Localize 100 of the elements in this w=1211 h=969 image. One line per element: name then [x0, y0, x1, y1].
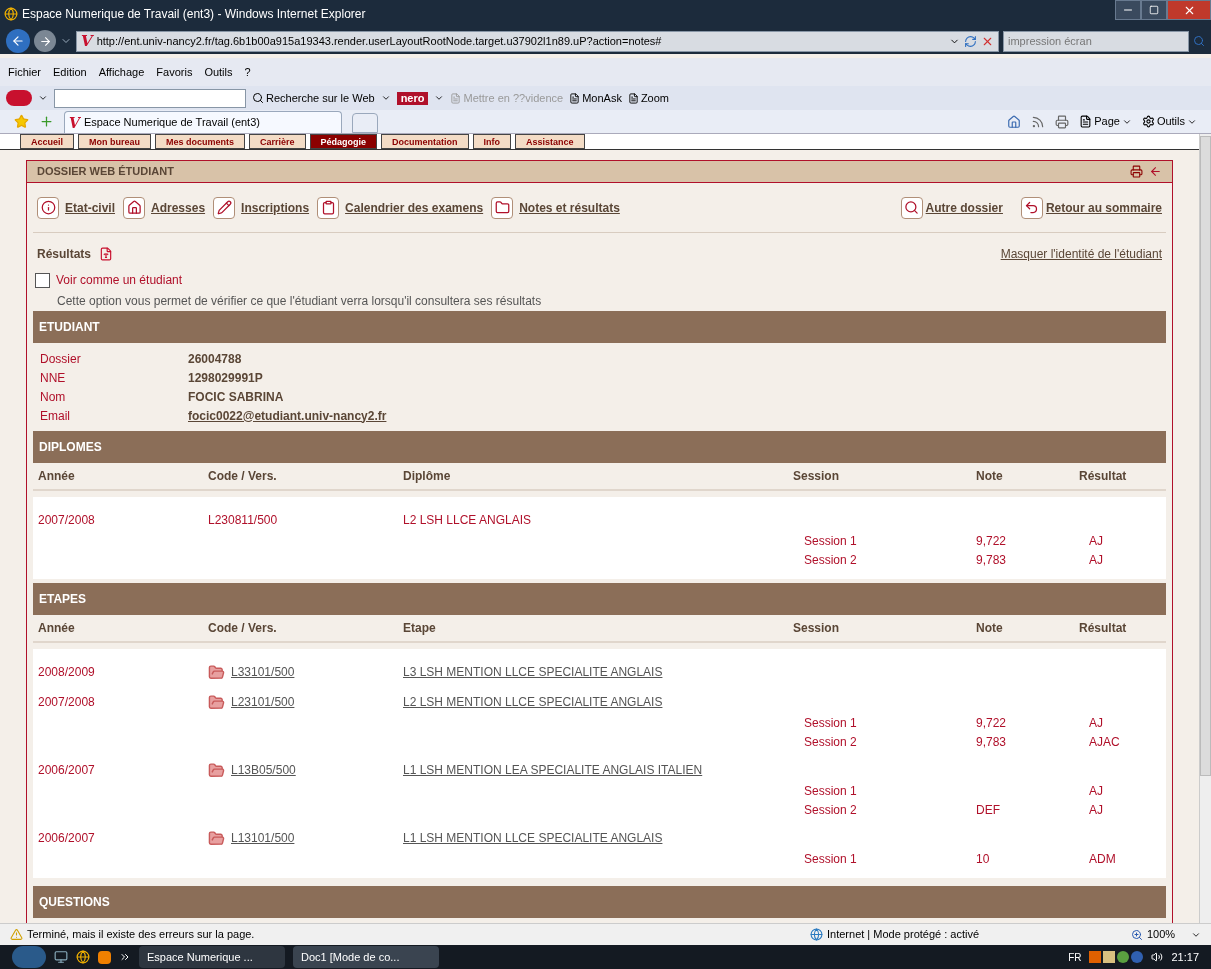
feed-icon[interactable]: [1031, 114, 1046, 129]
stage-link[interactable]: L1 LSH MENTION LLCE SPECIALITE ANGLAIS: [403, 829, 793, 847]
site-nav-tab[interactable]: Pédagogie: [309, 134, 378, 149]
code-link[interactable]: L13B05/500: [231, 761, 296, 779]
web-search-button[interactable]: Recherche sur le Web: [252, 89, 375, 107]
note-cell-text: 10: [976, 850, 991, 868]
print-icon[interactable]: [1130, 165, 1143, 178]
menu-item[interactable]: Edition: [53, 63, 87, 81]
code-link[interactable]: L13101/500: [231, 829, 295, 847]
code-link[interactable]: L33101/500: [231, 663, 295, 681]
volume-icon[interactable]: [1151, 951, 1164, 963]
url-text: http://ent.univ-nancy2.fr/tag.6b1b00a915a19343.render.userLayoutRootNode.target.u37902l1n89.uP?action=notes#: [96, 33, 663, 49]
menu-item[interactable]: Favoris: [156, 63, 193, 81]
stage-link[interactable]: L1 LSH MENTION LEA SPECIALITE ANGLAIS ITALIEN: [403, 761, 793, 779]
media-player-icon[interactable]: [98, 950, 111, 964]
browser-tab[interactable]: V Espace Numerique de Travail (ent3): [64, 111, 342, 133]
site-logo-icon: V: [69, 115, 80, 130]
code-cell-text: L230811/500: [208, 512, 279, 529]
tray-icons-drawing: [1089, 951, 1144, 963]
forward-button[interactable]: [34, 30, 56, 52]
nav-link[interactable]: Adresses: [151, 198, 206, 217]
column-header: Session: [793, 468, 841, 485]
address-field[interactable]: V http://ent.univ-nancy2.fr/tag.6b1b00a915a19343.render.userLayoutRootNode.target.u37902l1n89.uP?action=notes#: [76, 30, 999, 52]
pdf-icon[interactable]: [99, 247, 114, 261]
site-nav-tab[interactable]: Accueil: [20, 134, 74, 149]
page-menu-button[interactable]: Page: [1079, 113, 1132, 130]
nav-link[interactable]: Inscriptions: [241, 198, 310, 217]
nav-link[interactable]: Etat-civil: [65, 198, 115, 217]
site-nav-tab[interactable]: Assistance: [515, 134, 585, 149]
tools-menu-button[interactable]: Outils: [1141, 113, 1197, 130]
scrollbar[interactable]: [1199, 134, 1211, 923]
section-header: QUESTIONS: [33, 886, 1166, 918]
checkbox-label[interactable]: Voir comme un étudiant: [56, 271, 183, 289]
result-cell-text: AJ: [1088, 532, 1104, 550]
search-field[interactable]: impression écran: [1003, 30, 1189, 52]
note-cell-text: DEF: [976, 801, 1001, 819]
site-nav-tab[interactable]: Carrière: [249, 134, 306, 149]
column-header: Code / Vers.: [208, 468, 278, 485]
zoom-level[interactable]: 100%: [1147, 926, 1187, 943]
year-cell-text: 2008/2009: [38, 664, 96, 681]
column-header: Année: [38, 468, 76, 485]
toolbar-button[interactable]: Zoom: [627, 89, 669, 107]
clipboard-icon: [317, 196, 340, 219]
home-icon[interactable]: [1007, 114, 1022, 129]
zoom-icon[interactable]: [1131, 928, 1143, 941]
menu-item[interactable]: Outils: [204, 63, 233, 81]
start-button[interactable]: [12, 946, 46, 968]
result-cell-text: AJAC: [1088, 733, 1121, 751]
folder-icon: [208, 663, 225, 681]
site-nav-tab[interactable]: Info: [472, 134, 512, 149]
clock: 21:17: [1171, 949, 1199, 965]
nav-link[interactable]: Autre dossier: [925, 198, 1003, 217]
brand-logo: nero: [396, 91, 429, 105]
maximize-icon: [1149, 5, 1159, 15]
code-link[interactable]: L23101/500: [231, 693, 295, 711]
desktop-icon[interactable]: [54, 950, 68, 964]
section-header: DIPLOMES: [33, 431, 1166, 463]
result-cell-text: AJ: [1088, 782, 1104, 800]
hide-identity-link[interactable]: Masquer l'identité de l'étudiant: [1000, 245, 1162, 263]
search-icon[interactable]: [1193, 35, 1205, 47]
session-cell-text: Session 1: [803, 850, 858, 868]
dropdown-icon[interactable]: [38, 93, 48, 103]
column-header: Note: [976, 620, 1004, 637]
menu-item[interactable]: Fichier: [8, 63, 41, 81]
back-icon[interactable]: [1149, 165, 1162, 178]
add-favorite-icon[interactable]: [39, 114, 54, 129]
site-nav-tab[interactable]: Mon bureau: [78, 134, 151, 149]
checkbox[interactable]: [35, 272, 50, 288]
minimize-button[interactable]: [1115, 0, 1141, 20]
nav-link[interactable]: Retour au sommaire: [1045, 198, 1162, 217]
language-indicator[interactable]: FR: [1068, 949, 1082, 965]
toolbar-search-field[interactable]: [54, 88, 246, 108]
browser-icon[interactable]: [76, 950, 90, 964]
nav-link[interactable]: Calendrier des examens: [345, 198, 484, 217]
note-cell-text: 9,722: [976, 532, 1008, 550]
stage-link[interactable]: L3 LSH MENTION LLCE SPECIALITE ANGLAIS: [403, 663, 793, 681]
site-nav-tab[interactable]: Documentation: [381, 134, 469, 149]
refresh-icon[interactable]: [964, 34, 977, 48]
dropdown-icon[interactable]: [380, 93, 391, 103]
nav-link[interactable]: Notes et résultats: [519, 198, 620, 217]
stage-link[interactable]: L2 LSH MENTION LLCE SPECIALITE ANGLAIS: [403, 693, 793, 711]
folder-icon: [208, 761, 225, 779]
toolbar-button[interactable]: MonAsk: [569, 89, 622, 107]
more-icon[interactable]: [119, 951, 131, 963]
taskbar-window[interactable]: Espace Numerique ...: [139, 946, 285, 968]
field-label: NNE: [40, 369, 67, 387]
back-button[interactable]: [6, 29, 30, 53]
favorites-star-icon[interactable]: [14, 114, 29, 129]
menu-item[interactable]: Affichage: [98, 63, 145, 81]
forward-arrow-icon: [38, 34, 52, 48]
taskbar-window[interactable]: Doc1 [Mode de co...: [293, 946, 439, 968]
year-cell-text: 2007/2008: [38, 694, 96, 711]
dropdown-icon[interactable]: [434, 93, 445, 103]
search-icon: [900, 196, 923, 219]
page-icon: [1079, 115, 1093, 128]
print-icon[interactable]: [1055, 114, 1070, 129]
menu-item[interactable]: ?: [244, 63, 251, 81]
site-nav-tab[interactable]: Mes documents: [155, 134, 246, 149]
maximize-button[interactable]: [1141, 0, 1167, 20]
email-link[interactable]: focic0022@etudiant.univ-nancy2.fr: [188, 406, 1159, 425]
